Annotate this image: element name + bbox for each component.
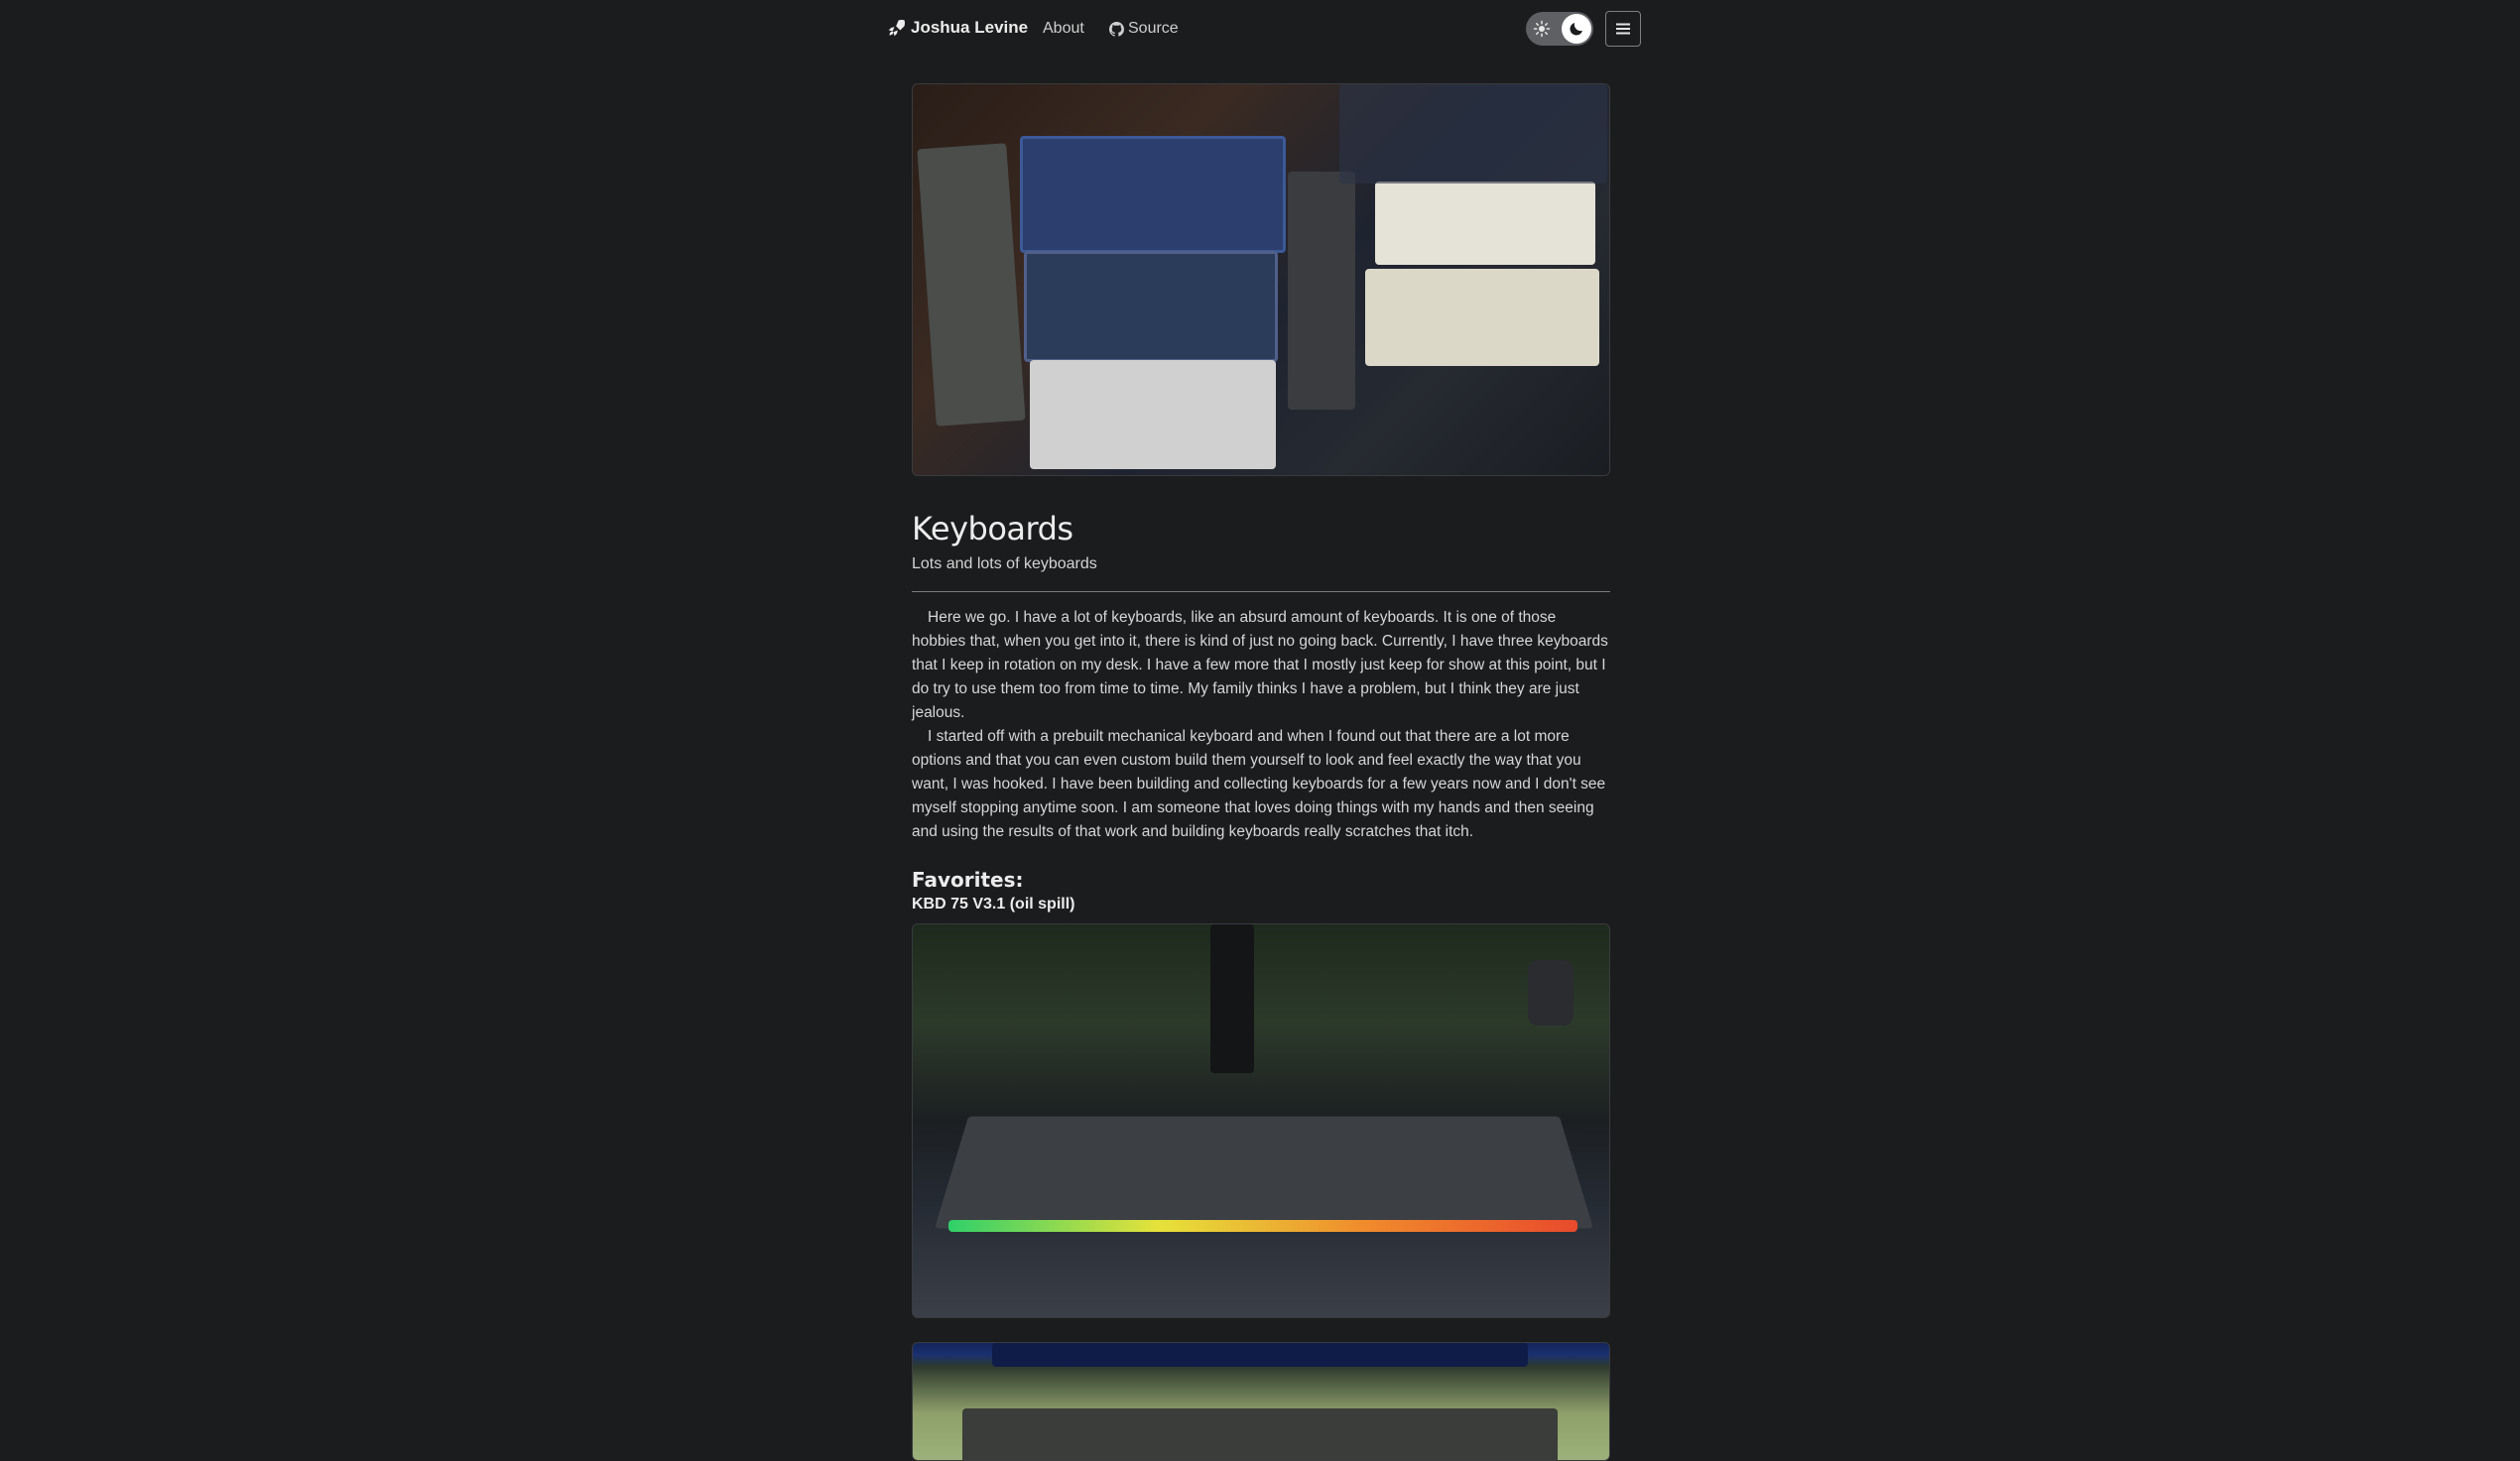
main-content: Keyboards Lots and lots of keyboards Her… <box>912 83 1610 1461</box>
moon-icon <box>1570 23 1582 36</box>
favorite-keyboard-title: KBD 75 V3.1 (oil spill) <box>912 896 1075 913</box>
top-navbar: Joshua Levine About Source <box>0 0 2520 60</box>
hero-keyboards-image <box>912 83 1610 476</box>
paragraph-history: I started off with a prebuilt mechanical… <box>912 728 1606 840</box>
rocket-icon <box>888 20 905 37</box>
nav-link-source[interactable]: Source <box>1109 20 1179 38</box>
page-title: Keyboards <box>912 510 1073 548</box>
paragraph-intro: Here we go. I have a lot of keyboards, l… <box>912 609 1608 721</box>
github-icon <box>1109 21 1124 37</box>
favorites-heading: Favorites: <box>912 868 1024 892</box>
nav-link-about-label: About <box>1043 20 1084 37</box>
page-subtitle: Lots and lots of keyboards <box>912 555 1097 572</box>
nav-link-source-label: Source <box>1128 20 1179 37</box>
menu-button[interactable] <box>1605 11 1641 47</box>
second-keyboard-image <box>912 1342 1610 1461</box>
divider <box>912 591 1610 592</box>
brand-link[interactable]: Joshua Levine <box>887 18 1028 38</box>
favorite-keyboard-image <box>912 923 1610 1318</box>
sun-icon <box>1533 20 1551 38</box>
nav-link-about[interactable]: About <box>1043 20 1084 38</box>
brand-name: Joshua Levine <box>911 18 1029 37</box>
hamburger-menu-icon <box>1616 23 1630 35</box>
theme-toggle[interactable] <box>1526 12 1593 46</box>
theme-toggle-knob <box>1562 14 1591 44</box>
